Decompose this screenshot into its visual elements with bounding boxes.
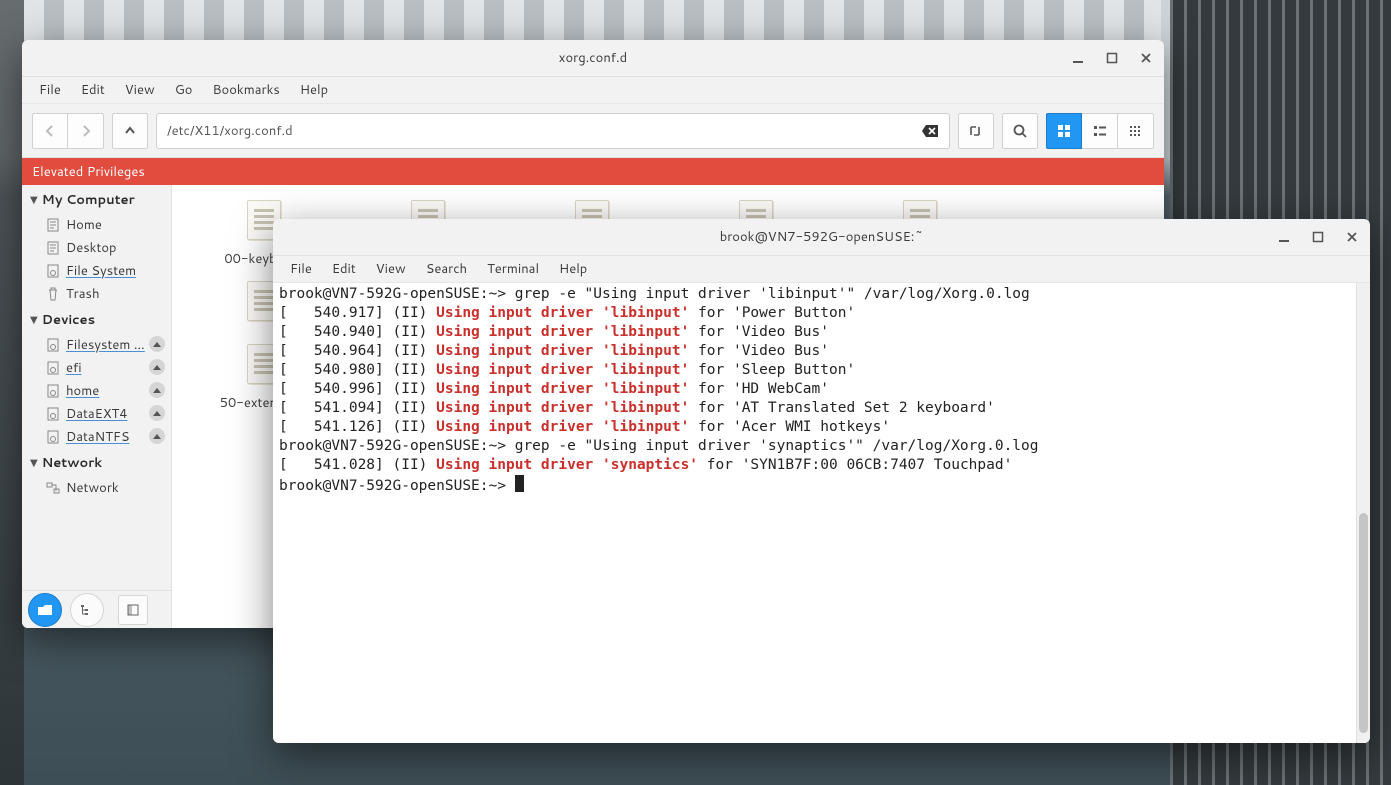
view-compact-button[interactable] (1118, 113, 1154, 149)
disk-icon (46, 384, 60, 398)
trash-icon (46, 287, 60, 301)
nav-up-button[interactable] (112, 113, 148, 149)
eject-icon[interactable] (149, 359, 165, 375)
view-list-button[interactable] (1082, 113, 1118, 149)
sidebar-item[interactable]: File System (22, 259, 171, 282)
fm-sidebar: ▼My Computer Home Desktop File System Trash… (22, 185, 172, 628)
toggle-location-button[interactable] (958, 113, 994, 149)
eject-icon[interactable] (149, 428, 165, 444)
term-titlebar[interactable]: brook@VN7-592G-openSUSE:~ (273, 219, 1370, 256)
terminal-output[interactable]: brook@VN7-592G-openSUSE:~> grep -e "Usin… (273, 283, 1356, 743)
search-button[interactable] (1002, 113, 1038, 149)
term-menubar: File Edit View Search Terminal Help (273, 256, 1370, 283)
terminal-window: brook@VN7-592G-openSUSE:~ File Edit View… (273, 219, 1370, 743)
fm-title: xorg.conf.d (559, 49, 627, 67)
terminal-scrollbar[interactable] (1356, 283, 1370, 743)
menu-view[interactable]: View (116, 78, 164, 102)
view-icons-button[interactable] (1046, 113, 1082, 149)
eject-icon[interactable] (149, 382, 165, 398)
fm-titlebar[interactable]: xorg.conf.d (22, 40, 1164, 77)
menu-help[interactable]: Help (550, 257, 596, 281)
sidebar-item-label: efi (66, 359, 82, 377)
disk-icon (46, 407, 60, 421)
nav-back-button[interactable] (32, 113, 68, 149)
menu-edit[interactable]: Edit (72, 78, 114, 102)
sidebar-item-label: Filesystem … (66, 336, 145, 354)
sidebar-item-label: Desktop (66, 239, 117, 257)
doc-icon (46, 218, 60, 232)
minimize-button[interactable] (1070, 50, 1086, 66)
privileges-text: Elevated Privileges (32, 163, 145, 181)
terminal-cursor (515, 475, 524, 492)
sidebar-bottom-toolbar (22, 590, 171, 628)
clear-path-icon[interactable] (921, 124, 939, 138)
disk-icon (46, 264, 60, 278)
path-input[interactable]: /etc/X11/xorg.conf.d (156, 113, 950, 149)
sidebar-item-label: Trash (66, 285, 100, 303)
sidebar-item[interactable]: efi (22, 356, 171, 379)
tree-toggle-button[interactable] (70, 593, 104, 627)
sidebar-item[interactable]: Filesystem … (22, 333, 171, 356)
menu-go[interactable]: Go (166, 78, 202, 102)
eject-icon[interactable] (149, 405, 165, 421)
maximize-button[interactable] (1104, 50, 1120, 66)
sidebar-close-button[interactable] (118, 595, 148, 625)
sidebar-item[interactable]: DataNTFS (22, 425, 171, 448)
path-text: /etc/X11/xorg.conf.d (167, 122, 293, 140)
minimize-button[interactable] (1276, 229, 1292, 245)
sidebar-item[interactable]: Trash (22, 282, 171, 305)
scrollbar-thumb[interactable] (1359, 513, 1368, 733)
sidebar-item-label: DataNTFS (66, 428, 129, 446)
nav-forward-button[interactable] (68, 113, 104, 149)
fm-toolbar: /etc/X11/xorg.conf.d (22, 104, 1164, 158)
doc-icon (46, 241, 60, 255)
menu-view[interactable]: View (367, 257, 415, 281)
sidebar-item-label: Home (66, 216, 102, 234)
menu-terminal[interactable]: Terminal (478, 257, 548, 281)
sidebar-item-label: Network (66, 479, 119, 497)
close-button[interactable] (1138, 50, 1154, 66)
privileges-banner: Elevated Privileges (22, 158, 1164, 185)
net-icon (46, 482, 60, 494)
disk-icon (46, 430, 60, 444)
sidebar-section-my-computer[interactable]: ▼My Computer (22, 185, 171, 213)
eject-icon[interactable] (149, 336, 165, 352)
maximize-button[interactable] (1310, 229, 1326, 245)
menu-file[interactable]: File (30, 78, 70, 102)
sidebar-item[interactable]: DataEXT4 (22, 402, 171, 425)
menu-bookmarks[interactable]: Bookmarks (203, 78, 288, 102)
disk-icon (46, 361, 60, 375)
sidebar-item-label: DataEXT4 (66, 405, 127, 423)
menu-edit[interactable]: Edit (323, 257, 365, 281)
menu-help[interactable]: Help (291, 78, 337, 102)
sidebar-item[interactable]: home (22, 379, 171, 402)
fm-menubar: File Edit View Go Bookmarks Help (22, 77, 1164, 104)
sidebar-item[interactable]: Network (22, 476, 171, 499)
places-toggle-button[interactable] (28, 593, 62, 627)
menu-file[interactable]: File (281, 257, 321, 281)
menu-search[interactable]: Search (417, 257, 476, 281)
sidebar-section-devices[interactable]: ▼Devices (22, 305, 171, 333)
close-button[interactable] (1344, 229, 1360, 245)
sidebar-section-network[interactable]: ▼Network (22, 448, 171, 476)
sidebar-item[interactable]: Desktop (22, 236, 171, 259)
sidebar-item-label: File System (66, 262, 136, 280)
sidebar-item-label: home (66, 382, 99, 400)
disk-icon (46, 338, 60, 352)
sidebar-item[interactable]: Home (22, 213, 171, 236)
term-title: brook@VN7-592G-openSUSE:~ (720, 228, 924, 246)
